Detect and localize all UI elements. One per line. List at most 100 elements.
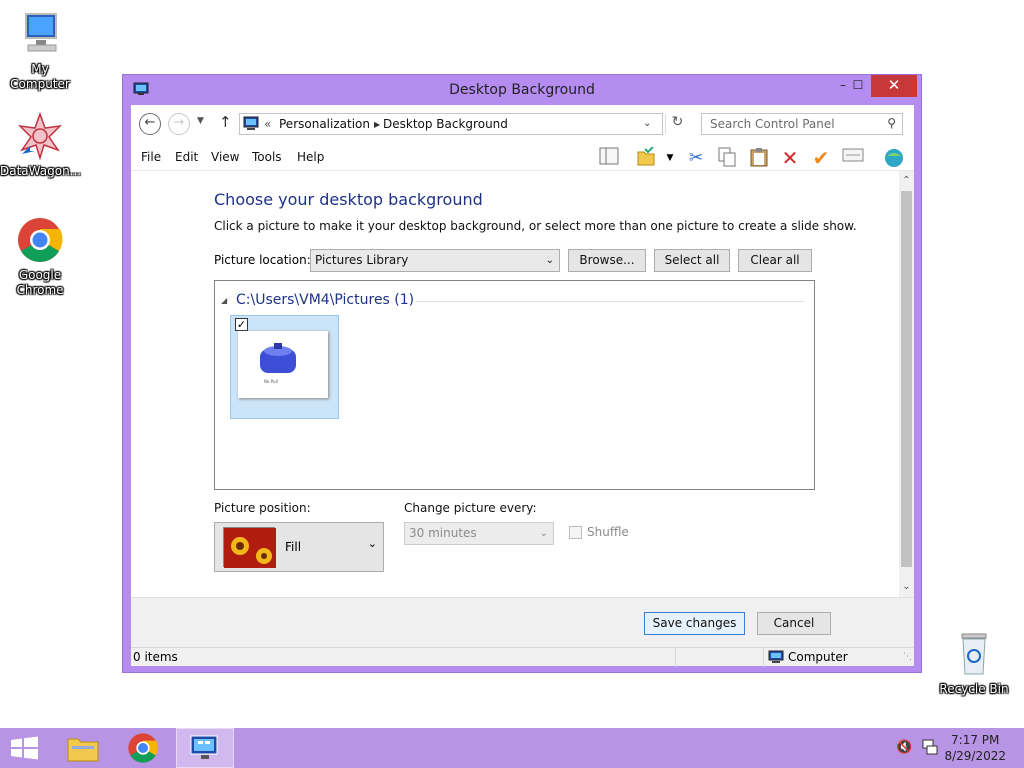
- navigation-bar: ← → ▼ ↑ « Personalization ▶ Desktop Back…: [131, 105, 914, 143]
- address-dropdown-icon[interactable]: ⌄: [643, 118, 651, 129]
- paste-icon[interactable]: [748, 147, 770, 169]
- group-header[interactable]: C:\Users\VM4\Pictures (1): [236, 292, 414, 308]
- desktop-background-window: Desktop Background – ☐ ✕ ← → ▼ ↑ « Perso…: [122, 74, 922, 673]
- desktop-icon-label: My Computer: [10, 62, 70, 91]
- status-items: 0 items: [133, 650, 178, 664]
- recent-locations-dropdown[interactable]: ▼: [197, 116, 204, 126]
- scrollbar-thumb[interactable]: [901, 191, 912, 567]
- change-picture-value: 30 minutes: [409, 526, 477, 540]
- properties-check-icon[interactable]: ✔: [810, 147, 832, 169]
- browse-button[interactable]: Browse...: [568, 249, 646, 272]
- window-title: Desktop Background: [449, 82, 595, 98]
- details-icon[interactable]: [842, 147, 864, 169]
- cancel-button[interactable]: Cancel: [757, 612, 831, 635]
- desktop-icon-label: Recycle Bin: [939, 682, 1009, 696]
- computer-icon: [16, 10, 64, 58]
- search-icon[interactable]: ⚲: [887, 116, 896, 130]
- desktop-icon-my-computer[interactable]: My Computer: [0, 10, 80, 92]
- address-computer-icon: [243, 116, 259, 134]
- breadcrumb-desktop-background[interactable]: Desktop Background: [383, 117, 508, 131]
- layout-pane-icon[interactable]: [598, 147, 620, 169]
- menu-file[interactable]: File: [141, 150, 161, 164]
- clock-date: 8/29/2022: [944, 749, 1006, 763]
- network-icon[interactable]: [921, 738, 939, 759]
- picture-position-select[interactable]: Fill ⌄: [214, 522, 384, 572]
- desktop-icon-label: Google Chrome: [16, 268, 64, 297]
- close-button[interactable]: ✕: [871, 75, 917, 97]
- save-changes-button[interactable]: Save changes: [644, 612, 745, 635]
- search-placeholder: Search Control Panel: [710, 117, 835, 131]
- chrome-icon: [16, 216, 64, 264]
- desktop-icon-google-chrome[interactable]: Google Chrome: [0, 216, 80, 298]
- title-bar[interactable]: Desktop Background – ☐ ✕: [123, 75, 921, 105]
- picture-location-label: Picture location:: [214, 253, 311, 267]
- chevron-down-icon: ⌄: [545, 255, 554, 266]
- taskbar-control-panel[interactable]: [176, 728, 234, 768]
- picture-thumbnail[interactable]: ✓ No Pull: [230, 315, 339, 419]
- menu-tools[interactable]: Tools: [252, 150, 282, 164]
- datawagon-icon: [16, 111, 64, 161]
- taskbar-file-explorer[interactable]: [56, 728, 112, 768]
- start-button[interactable]: [0, 728, 56, 768]
- picture-location-select[interactable]: Pictures Library ⌄: [310, 249, 560, 272]
- page-description: Click a picture to make it your desktop …: [214, 219, 857, 233]
- breadcrumb-separator-icon: ▶: [374, 120, 381, 129]
- collapse-group-icon[interactable]: ◢: [221, 296, 227, 305]
- menu-help[interactable]: Help: [297, 150, 324, 164]
- clear-all-button[interactable]: Clear all: [738, 249, 812, 272]
- select-all-button[interactable]: Select all: [654, 249, 730, 272]
- refresh-button[interactable]: ↻: [665, 114, 689, 134]
- globe-icon[interactable]: [883, 147, 905, 169]
- change-picture-select[interactable]: 30 minutes ⌄: [404, 522, 554, 545]
- maximize-button[interactable]: ☐: [843, 75, 873, 97]
- chrome-icon: [128, 733, 158, 763]
- volume-muted-icon[interactable]: 🔇: [896, 740, 912, 755]
- search-input[interactable]: Search Control Panel ⚲: [701, 113, 903, 135]
- copy-icon[interactable]: [716, 147, 738, 169]
- scroll-up-icon[interactable]: ⌃: [899, 175, 914, 186]
- back-button[interactable]: ←: [139, 113, 161, 135]
- thumbnail-image: No Pull: [238, 331, 328, 398]
- picture-position-value: Fill: [285, 540, 302, 554]
- cut-icon[interactable]: ✂: [685, 147, 707, 169]
- vertical-scrollbar[interactable]: ⌃ ⌄: [899, 171, 914, 597]
- resize-grip-icon[interactable]: ⋱: [903, 652, 912, 662]
- system-clock[interactable]: 7:17 PM 8/29/2022: [944, 732, 1006, 764]
- shuffle-checkbox[interactable]: [569, 526, 582, 539]
- shuffle-label: Shuffle: [587, 525, 629, 539]
- windows-logo-icon: [11, 736, 38, 760]
- organize-dropdown-icon[interactable]: ▼: [659, 147, 681, 169]
- forward-button[interactable]: →: [168, 113, 190, 135]
- content-pane: Choose your desktop background Click a p…: [131, 171, 901, 597]
- desktop-icon-datawagon[interactable]: DataWagon...: [0, 111, 81, 179]
- thumbnail-caption: No Pull: [264, 379, 278, 384]
- clock-time: 7:17 PM: [951, 733, 1000, 747]
- menu-view[interactable]: View: [211, 150, 239, 164]
- recycle-bin-icon: [950, 630, 998, 678]
- control-panel-icon: [190, 735, 218, 759]
- chevron-down-icon: ⌄: [367, 537, 377, 550]
- window-client: ← → ▼ ↑ « Personalization ▶ Desktop Back…: [131, 105, 914, 667]
- status-computer-icon: [768, 650, 784, 667]
- thumbnail-checkbox[interactable]: ✓: [235, 318, 248, 331]
- status-location: Computer: [788, 650, 848, 664]
- flower-preview-icon: [223, 527, 276, 568]
- delete-icon[interactable]: ✕: [779, 147, 801, 169]
- picture-gallery[interactable]: ◢ C:\Users\VM4\Pictures (1) ✓ No Pull: [214, 280, 815, 490]
- taskbar-chrome[interactable]: [116, 728, 172, 768]
- address-bar[interactable]: « Personalization ▶ Desktop Background ⌄: [239, 113, 663, 135]
- taskbar: 🔇 7:17 PM 8/29/2022: [0, 728, 1024, 768]
- address-overflow-chevron[interactable]: «: [264, 117, 271, 131]
- status-divider: [675, 648, 676, 667]
- menu-edit[interactable]: Edit: [175, 150, 198, 164]
- desktop-icon-recycle-bin[interactable]: Recycle Bin: [934, 630, 1014, 697]
- up-button[interactable]: ↑: [219, 113, 232, 131]
- folder-options-icon[interactable]: [635, 146, 657, 169]
- picture-position-label: Picture position:: [214, 501, 311, 515]
- scroll-down-icon[interactable]: ⌄: [899, 581, 914, 592]
- group-divider: [415, 301, 804, 302]
- status-divider: [763, 648, 764, 667]
- folder-icon: [67, 738, 99, 762]
- breadcrumb-personalization[interactable]: Personalization: [279, 117, 370, 131]
- status-bar: 0 items Computer ⋱: [131, 647, 914, 667]
